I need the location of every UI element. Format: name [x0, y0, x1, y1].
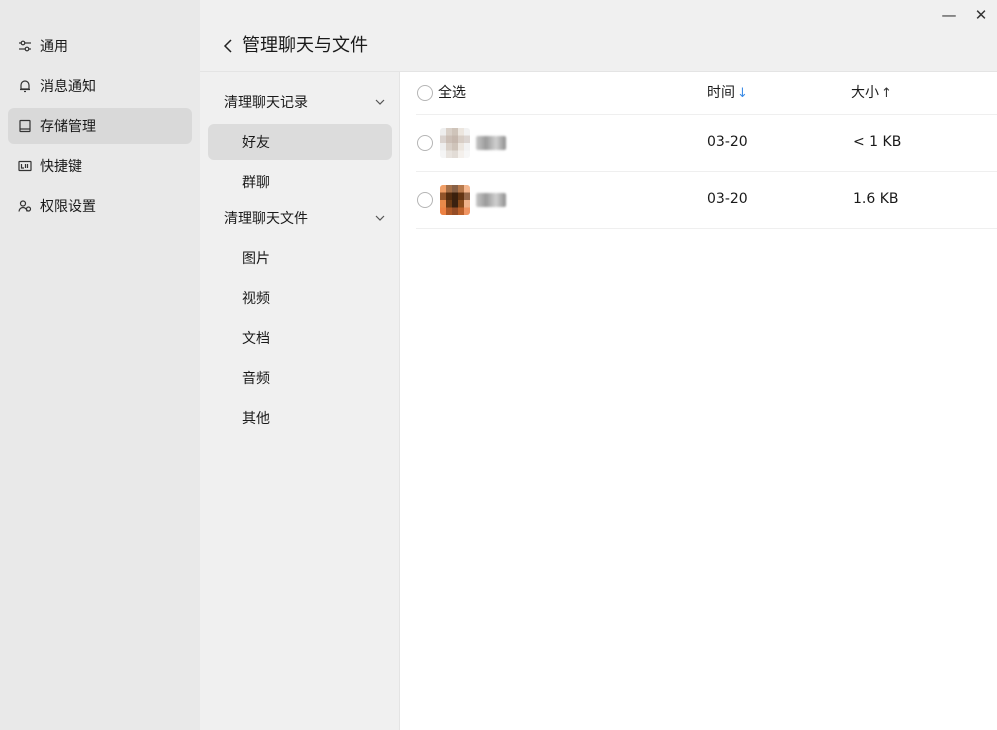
menu-item-friends[interactable]: 好友 [208, 124, 392, 160]
avatar [440, 185, 470, 215]
menu-item-videos[interactable]: 视频 [208, 280, 392, 316]
contact-name-blurred [476, 193, 506, 207]
page-title: 管理聊天与文件 [242, 35, 368, 56]
chat-list-table: 全选 时间 ↓ 大小 ↑ 03-20 < 1 KB 03-20 1.6 KB [400, 72, 997, 730]
sort-desc-icon: ↓ [737, 86, 748, 101]
menu-item-label: 文档 [242, 331, 270, 347]
group-clean-chat-records[interactable]: 清理聊天记录 [224, 90, 386, 114]
size-column-header[interactable]: 大小 ↑ [851, 83, 892, 104]
menu-item-documents[interactable]: 文档 [208, 320, 392, 356]
chevron-down-icon [375, 99, 385, 105]
sidebar-item-shortcuts[interactable]: 快捷键 [8, 148, 192, 184]
minimize-button[interactable]: — [938, 4, 960, 26]
row-time: 03-20 [707, 191, 748, 207]
avatar [440, 128, 470, 158]
size-header-label: 大小 [851, 85, 879, 101]
bell-icon [18, 79, 32, 93]
keyboard-icon [18, 159, 32, 173]
settings-sidebar: 通用 消息通知 存储管理 快捷键 权限设置 [0, 0, 200, 730]
row-time: 03-20 [707, 134, 748, 150]
menu-item-label: 图片 [242, 251, 270, 267]
sort-asc-icon: ↑ [881, 86, 892, 101]
contact-name-blurred [476, 136, 506, 150]
row-select-radio[interactable] [417, 192, 433, 208]
menu-item-other[interactable]: 其他 [208, 400, 392, 436]
menu-item-label: 群聊 [242, 175, 270, 191]
group-label: 清理聊天记录 [224, 95, 308, 111]
sidebar-item-label: 消息通知 [40, 79, 96, 95]
sidebar-item-notifications[interactable]: 消息通知 [8, 68, 192, 104]
menu-item-label: 其他 [242, 411, 270, 427]
row-size: 1.6 KB [853, 191, 899, 207]
sliders-icon [18, 39, 32, 53]
menu-item-groups[interactable]: 群聊 [208, 164, 392, 200]
sidebar-item-label: 快捷键 [40, 159, 82, 175]
row-select-radio[interactable] [417, 135, 433, 151]
back-button[interactable] [220, 36, 236, 56]
menu-item-images[interactable]: 图片 [208, 240, 392, 276]
sidebar-item-permissions[interactable]: 权限设置 [8, 188, 192, 224]
menu-item-audio[interactable]: 音频 [208, 360, 392, 396]
select-all-label[interactable]: 全选 [438, 83, 466, 103]
table-row[interactable]: 03-20 < 1 KB [416, 115, 997, 172]
close-button[interactable]: ✕ [970, 4, 992, 26]
sidebar-item-storage[interactable]: 存储管理 [8, 108, 192, 144]
menu-item-label: 好友 [242, 135, 270, 151]
clean-menu: 清理聊天记录 好友 群聊 清理聊天文件 图片 视频 文档 音频 其他 [200, 72, 400, 730]
sidebar-item-label: 权限设置 [40, 199, 96, 215]
table-row[interactable]: 03-20 1.6 KB [416, 172, 997, 229]
table-header: 全选 时间 ↓ 大小 ↑ [416, 72, 997, 115]
group-label: 清理聊天文件 [224, 211, 308, 227]
menu-item-label: 音频 [242, 371, 270, 387]
sidebar-item-label: 通用 [40, 39, 68, 55]
chevron-down-icon [375, 215, 385, 221]
menu-item-label: 视频 [242, 291, 270, 307]
sidebar-item-general[interactable]: 通用 [8, 28, 192, 64]
sidebar-item-label: 存储管理 [40, 119, 96, 135]
chevron-left-icon [223, 39, 232, 53]
select-all-radio[interactable] [417, 85, 433, 101]
storage-icon [18, 119, 32, 133]
settings-window: 通用 消息通知 存储管理 快捷键 权限设置 管理聊天与文件 — ✕ 清理聊天记录… [0, 0, 997, 730]
group-clean-chat-files[interactable]: 清理聊天文件 [224, 206, 386, 230]
row-size: < 1 KB [853, 134, 902, 150]
users-icon [18, 199, 32, 213]
close-icon: ✕ [974, 6, 988, 24]
page-header: 管理聊天与文件 — ✕ [200, 0, 997, 72]
time-header-label: 时间 [707, 85, 735, 101]
time-column-header[interactable]: 时间 ↓ [707, 83, 748, 104]
minimize-icon: — [941, 6, 957, 24]
